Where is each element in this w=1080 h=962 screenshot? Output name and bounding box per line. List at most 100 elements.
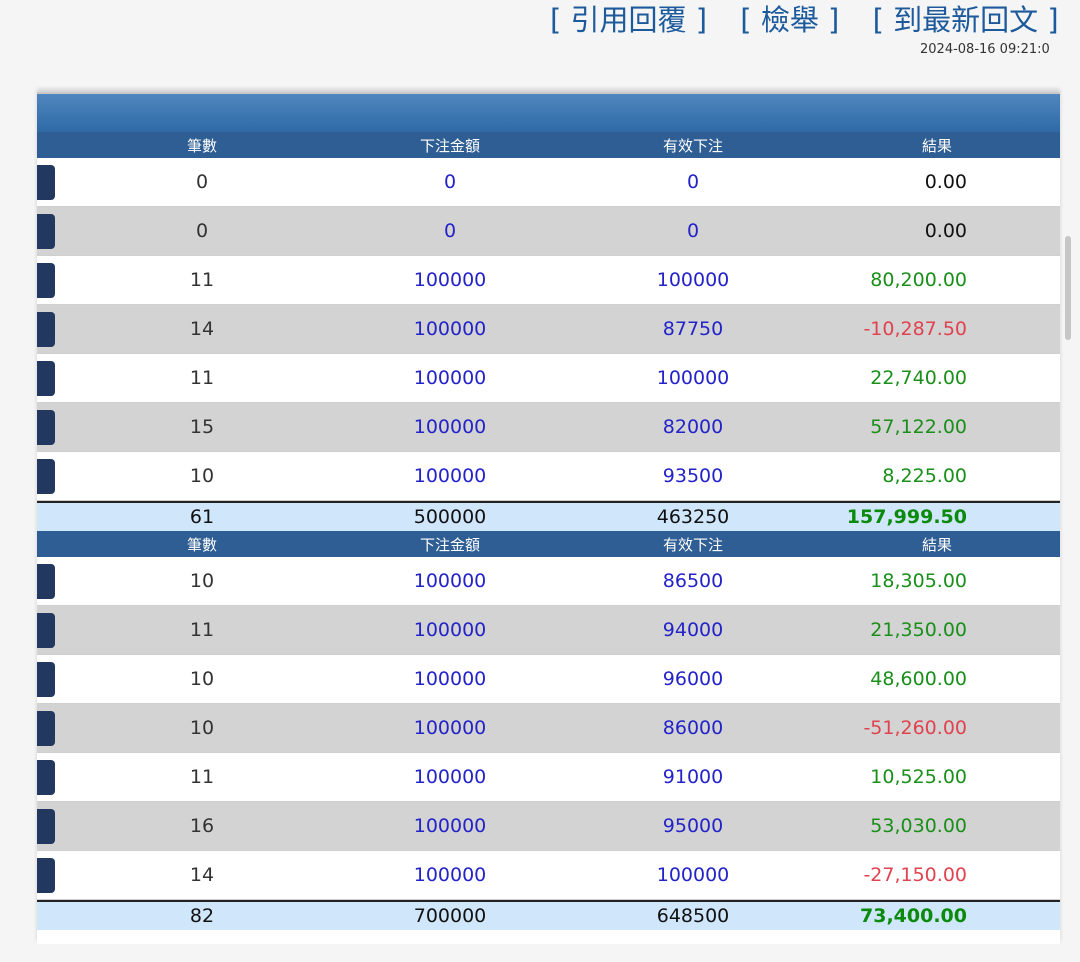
row-bet-amount: 0 bbox=[443, 220, 457, 242]
total-effective-bet: 463250 bbox=[656, 506, 730, 528]
row-bet-amount: 100000 bbox=[413, 766, 487, 788]
row-bet-amount: 100000 bbox=[413, 717, 487, 739]
row-expand-handle[interactable] bbox=[37, 760, 55, 795]
row-expand-handle[interactable] bbox=[37, 662, 55, 697]
total-effective-bet: 648500 bbox=[656, 905, 730, 927]
row-result: -10,287.50 bbox=[863, 318, 967, 340]
row-expand-handle[interactable] bbox=[37, 312, 55, 347]
table-row: 10 100000 86000 -51,260.00 bbox=[37, 704, 1060, 753]
row-effective-bet: 95000 bbox=[662, 815, 724, 837]
row-result: 48,600.00 bbox=[870, 668, 967, 690]
table-row: 11 100000 94000 21,350.00 bbox=[37, 606, 1060, 655]
row-count: 15 bbox=[189, 416, 215, 438]
table-row: 11 100000 91000 10,525.00 bbox=[37, 753, 1060, 802]
scrollbar-thumb[interactable] bbox=[1065, 236, 1071, 340]
row-result: 8,225.00 bbox=[882, 465, 967, 487]
row-expand-handle[interactable] bbox=[37, 613, 55, 648]
row-effective-bet: 96000 bbox=[662, 668, 724, 690]
row-effective-bet: 0 bbox=[686, 171, 700, 193]
row-bet-amount: 100000 bbox=[413, 318, 487, 340]
table-title-bar bbox=[37, 92, 1060, 132]
row-expand-handle[interactable] bbox=[37, 858, 55, 893]
table-row: 11 100000 100000 22,740.00 bbox=[37, 354, 1060, 403]
row-count: 10 bbox=[189, 465, 215, 487]
total-result: 157,999.50 bbox=[846, 506, 967, 528]
header-bet-amount: 下注金額 bbox=[419, 535, 480, 554]
row-count: 10 bbox=[189, 717, 215, 739]
reply-quote-link[interactable]: [ 引用回覆 ] bbox=[550, 0, 707, 40]
row-result: 0.00 bbox=[924, 220, 967, 242]
row-bet-amount: 100000 bbox=[413, 269, 487, 291]
table-header-row: 筆數 下注金額 有效下注 結果 bbox=[37, 132, 1060, 158]
row-count: 0 bbox=[195, 171, 209, 193]
row-result: 22,740.00 bbox=[870, 367, 967, 389]
row-effective-bet: 91000 bbox=[662, 766, 724, 788]
table-row: 16 100000 95000 53,030.00 bbox=[37, 802, 1060, 851]
row-effective-bet: 86500 bbox=[662, 570, 724, 592]
bet-report-table: 筆數 下注金額 有效下注 結果 0 0 0 0.00 0 0 0 0.00 11 100000 10… bbox=[37, 92, 1060, 944]
row-bet-amount: 100000 bbox=[413, 864, 487, 886]
report-link[interactable]: [ 檢舉 ] bbox=[740, 0, 839, 40]
row-bet-amount: 100000 bbox=[413, 367, 487, 389]
table-row: 10 100000 96000 48,600.00 bbox=[37, 655, 1060, 704]
row-expand-handle[interactable] bbox=[37, 459, 55, 494]
total-count: 82 bbox=[189, 905, 215, 927]
row-result: 0.00 bbox=[924, 171, 967, 193]
row-expand-handle[interactable] bbox=[37, 165, 55, 200]
row-result: 10,525.00 bbox=[870, 766, 967, 788]
table-row: 14 100000 87750 -10,287.50 bbox=[37, 305, 1060, 354]
row-expand-handle[interactable] bbox=[37, 214, 55, 249]
post-actions: [ 引用回覆 ] [ 檢舉 ] [ 到最新回文 ] bbox=[550, 0, 1080, 40]
row-count: 11 bbox=[189, 619, 215, 641]
row-expand-handle[interactable] bbox=[37, 263, 55, 298]
row-result: 21,350.00 bbox=[870, 619, 967, 641]
table-row: 11 100000 100000 80,200.00 bbox=[37, 256, 1060, 305]
row-expand-handle[interactable] bbox=[37, 809, 55, 844]
table-row: 10 100000 93500 8,225.00 bbox=[37, 452, 1060, 501]
row-bet-amount: 100000 bbox=[413, 465, 487, 487]
row-expand-handle[interactable] bbox=[37, 564, 55, 599]
header-effective-bet: 有效下注 bbox=[662, 535, 723, 554]
table-row: 14 100000 100000 -27,150.00 bbox=[37, 851, 1060, 900]
row-effective-bet: 94000 bbox=[662, 619, 724, 641]
row-result: 80,200.00 bbox=[870, 269, 967, 291]
row-effective-bet: 100000 bbox=[656, 864, 730, 886]
row-expand-handle[interactable] bbox=[37, 361, 55, 396]
row-count: 0 bbox=[195, 220, 209, 242]
row-expand-handle[interactable] bbox=[37, 410, 55, 445]
row-bet-amount: 100000 bbox=[413, 815, 487, 837]
table-row: 0 0 0 0.00 bbox=[37, 158, 1060, 207]
header-bet-amount: 下注金額 bbox=[419, 136, 480, 155]
row-effective-bet: 100000 bbox=[656, 269, 730, 291]
row-count: 10 bbox=[189, 668, 215, 690]
row-bet-amount: 100000 bbox=[413, 668, 487, 690]
post-timestamp: 2024-08-16 09:21:0 bbox=[920, 42, 1050, 57]
row-effective-bet: 93500 bbox=[662, 465, 724, 487]
row-count: 11 bbox=[189, 766, 215, 788]
row-effective-bet: 87750 bbox=[662, 318, 724, 340]
row-bet-amount: 100000 bbox=[413, 619, 487, 641]
row-expand-handle[interactable] bbox=[37, 711, 55, 746]
header-result: 結果 bbox=[921, 136, 952, 155]
row-count: 10 bbox=[189, 570, 215, 592]
total-count: 61 bbox=[189, 506, 215, 528]
row-count: 14 bbox=[189, 318, 215, 340]
row-count: 16 bbox=[189, 815, 215, 837]
row-result: 53,030.00 bbox=[870, 815, 967, 837]
row-bet-amount: 0 bbox=[443, 171, 457, 193]
row-effective-bet: 100000 bbox=[656, 367, 730, 389]
total-bet-amount: 500000 bbox=[413, 506, 487, 528]
row-result: 18,305.00 bbox=[870, 570, 967, 592]
table-total-row: 82 700000 648500 73,400.00 bbox=[37, 900, 1060, 930]
total-result: 73,400.00 bbox=[860, 905, 967, 927]
header-effective-bet: 有效下注 bbox=[662, 136, 723, 155]
table-row: 0 0 0 0.00 bbox=[37, 207, 1060, 256]
latest-reply-link[interactable]: [ 到最新回文 ] bbox=[873, 0, 1059, 40]
header-count: 筆數 bbox=[186, 136, 217, 155]
row-result: -51,260.00 bbox=[863, 717, 967, 739]
table-row: 10 100000 86500 18,305.00 bbox=[37, 557, 1060, 606]
row-result: 57,122.00 bbox=[870, 416, 967, 438]
row-bet-amount: 100000 bbox=[413, 570, 487, 592]
row-count: 11 bbox=[189, 269, 215, 291]
page: [ 引用回覆 ] [ 檢舉 ] [ 到最新回文 ] 2024-08-16 09:… bbox=[0, 0, 1080, 962]
